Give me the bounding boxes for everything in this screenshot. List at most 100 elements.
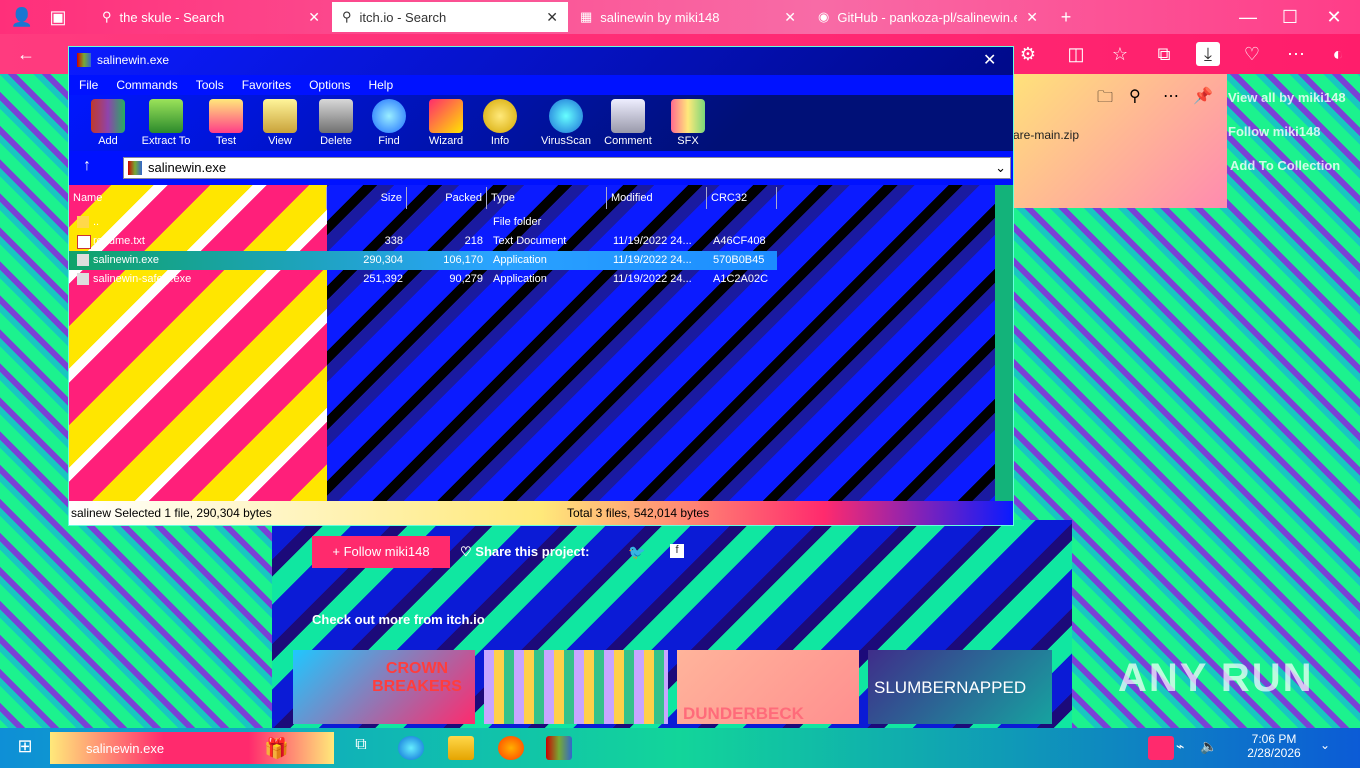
tab-itchio[interactable]: ⚲ itch.io - Search ✕ (332, 2, 568, 32)
menu-file[interactable]: File (79, 78, 98, 92)
tab-actions-icon[interactable]: ▣ (46, 5, 70, 29)
winrar-taskbar-icon[interactable] (546, 736, 572, 760)
game-thumb-2[interactable] (484, 650, 668, 724)
book-icon (263, 99, 297, 133)
follow-link[interactable]: Follow miki148 (1228, 124, 1320, 139)
column-header-type[interactable]: Type (487, 187, 607, 209)
downloads-panel: 🗀 ⚲ ⋯ 📌 are-main.zip (1013, 74, 1227, 208)
menu-favorites[interactable]: Favorites (242, 78, 291, 92)
close-icon[interactable]: ✕ (1026, 9, 1038, 26)
wizard-button[interactable]: Wizard (419, 99, 473, 147)
menu-commands[interactable]: Commands (116, 78, 177, 92)
column-header-name[interactable]: Name (69, 187, 327, 209)
status-selected: salinew Selected 1 file, 290,304 bytes (71, 506, 272, 520)
info-button[interactable]: Info (473, 99, 527, 147)
column-header-packed[interactable]: Packed (407, 187, 487, 209)
winrar-titlebar[interactable]: salinewin.exe ✕ (69, 47, 1013, 75)
facebook-icon[interactable]: f (670, 544, 684, 558)
menu-options[interactable]: Options (309, 78, 350, 92)
copilot-icon[interactable]: ◐ (1326, 42, 1350, 66)
gift-icon: 🎁 (264, 738, 289, 760)
maximize-icon[interactable]: ☐ (1278, 5, 1302, 29)
add-collection-link[interactable]: Add To Collection (1230, 158, 1340, 173)
edge-icon[interactable] (398, 736, 424, 760)
chevron-down-icon[interactable]: ⌄ (1320, 738, 1330, 752)
pin-icon[interactable]: 📌 (1193, 86, 1213, 106)
path-input[interactable]: salinewin.exe ⌄ (123, 157, 1011, 179)
tab-github[interactable]: ◉ GitHub - pankoza-pl/salinewin.e ✕ (808, 2, 1048, 32)
clock[interactable]: 7:06 PM 2/28/2026 (1244, 732, 1304, 760)
up-arrow-icon[interactable]: ↑ (83, 157, 91, 175)
collections-icon[interactable]: ⧉ (1152, 42, 1176, 66)
firefox-icon[interactable] (498, 736, 524, 760)
speech-bubble-icon (611, 99, 645, 133)
vertical-scrollbar[interactable] (995, 185, 1013, 501)
minimize-icon[interactable]: — (1236, 5, 1260, 29)
test-button[interactable]: Test (199, 99, 253, 147)
extract-to-button[interactable]: Extract To (139, 99, 193, 147)
folder-icon (77, 216, 89, 228)
task-view-icon[interactable]: ⧉ (348, 736, 374, 760)
file-size: 290,304 (363, 254, 403, 266)
search-icon[interactable]: ⚲ (1129, 86, 1141, 106)
network-icon[interactable]: ⌁ (1176, 738, 1184, 755)
tab-label: GitHub - pankoza-pl/salinewin.e (837, 9, 1018, 25)
game-thumb-dunderbeck[interactable]: DUNDERBECK (677, 650, 859, 724)
new-tab-button[interactable]: + (1054, 5, 1078, 29)
status-bar: salinew Selected 1 file, 290,304 bytes T… (69, 501, 1013, 525)
profile-icon[interactable]: 👤 (10, 5, 34, 29)
column-header-crc[interactable]: CRC32 (707, 187, 777, 209)
downloads-icon[interactable]: ⤓ (1196, 42, 1220, 66)
column-header-modified[interactable]: Modified (607, 187, 707, 209)
download-filename[interactable]: are-main.zip (1013, 128, 1079, 142)
close-icon[interactable]: ✕ (784, 9, 796, 26)
find-button[interactable]: Find (362, 99, 416, 147)
itch-icon: ▦ (580, 9, 593, 24)
game-thumb-crown-breakers[interactable]: CROWN BREAKERS (293, 650, 475, 724)
extensions-icon[interactable]: ⚙ (1016, 42, 1040, 66)
file-type: File folder (493, 216, 542, 228)
close-icon[interactable]: ✕ (546, 9, 558, 26)
follow-button[interactable]: + Follow miki148 (312, 536, 450, 568)
close-icon[interactable]: ✕ (308, 9, 320, 26)
tab-salinewin[interactable]: ▦ salinewin by miki148 ✕ (570, 2, 806, 32)
status-total: Total 3 files, 542,014 bytes (567, 506, 710, 520)
close-window-icon[interactable]: ✕ (1322, 5, 1346, 29)
view-button[interactable]: View (253, 99, 307, 147)
clipboard-check-icon (209, 99, 243, 133)
folder-icon[interactable]: 🗀 (1097, 86, 1113, 113)
more-icon[interactable]: ⋯ (1284, 42, 1308, 66)
file-row-parent[interactable]: .. File folder (69, 213, 777, 232)
menu-tools[interactable]: Tools (196, 78, 224, 92)
tab-search[interactable]: ⚲ the skule - Search ✕ (92, 2, 330, 32)
comment-button[interactable]: Comment (601, 99, 655, 147)
split-screen-icon[interactable]: ◫ (1064, 42, 1088, 66)
game-thumb-slumbernapped[interactable]: SLUMBERNAPPED (868, 650, 1052, 724)
file-explorer-icon[interactable] (448, 736, 474, 760)
column-header-size[interactable]: Size (327, 187, 407, 209)
close-icon[interactable]: ✕ (983, 50, 996, 70)
delete-button[interactable]: Delete (309, 99, 363, 147)
tool-label: Wizard (428, 135, 464, 147)
file-row-readme[interactable]: readme.txt 338 218 Text Document 11/19/2… (69, 232, 777, 251)
tool-label: Extract To (141, 135, 191, 147)
view-all-link[interactable]: View all by miki148 (1228, 90, 1346, 105)
browser-essentials-icon[interactable]: ♡ (1240, 42, 1264, 66)
file-row-salinewin[interactable]: salinewin.exe 290,304 106,170 Applicatio… (69, 251, 777, 270)
start-icon[interactable]: ⊞ (12, 736, 38, 760)
archive-icon (128, 161, 142, 175)
virusscan-button[interactable]: VirusScan (539, 99, 593, 147)
tool-label: Test (215, 135, 237, 147)
chevron-down-icon[interactable]: ⌄ (995, 158, 1006, 178)
taskbar-search[interactable]: salinewin.exe 🎁 (50, 732, 334, 764)
tray-app-icon[interactable] (1148, 736, 1174, 760)
add-button[interactable]: Add (81, 99, 135, 147)
favorites-icon[interactable]: ☆ (1108, 42, 1132, 66)
more-icon[interactable]: ⋯ (1163, 86, 1179, 106)
file-row-safety[interactable]: salinewin-safety.exe 251,392 90,279 Appl… (69, 270, 777, 289)
twitter-icon[interactable]: 🐦 (628, 544, 645, 561)
menu-help[interactable]: Help (368, 78, 393, 92)
volume-icon[interactable]: 🔈 (1200, 738, 1217, 755)
sfx-button[interactable]: SFX (661, 99, 715, 147)
back-icon[interactable]: ← (14, 42, 38, 66)
